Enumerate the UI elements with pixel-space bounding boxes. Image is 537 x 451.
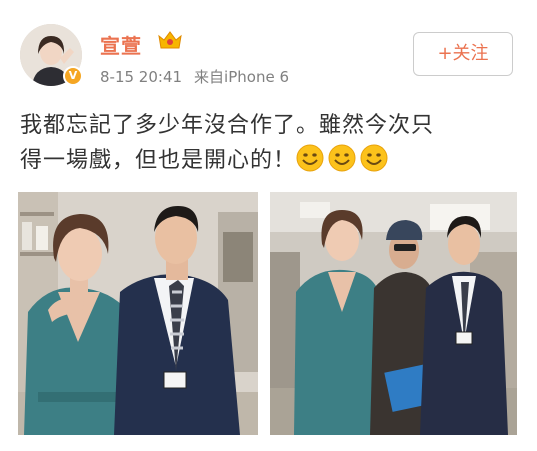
post-source: 来自iPhone 6 <box>194 68 289 86</box>
username[interactable]: 宣萱 <box>100 30 142 59</box>
follow-button[interactable]: +关注 <box>413 32 513 76</box>
smile-emoji-icon <box>296 144 324 172</box>
vip-crown-icon <box>158 31 182 49</box>
post-photo-1[interactable] <box>18 192 258 435</box>
post-text-line: 我都忘記了多少年沒合作了。雖然今次只 <box>20 113 435 138</box>
post-photo-2[interactable] <box>270 192 517 435</box>
post-text-line-2: 得一場戲，但也是開心的！ <box>20 143 520 178</box>
post-text: 我都忘記了多少年沒合作了。雖然今次只 得一場戲，但也是開心的！ <box>20 108 520 178</box>
verified-badge-icon: V <box>63 66 83 86</box>
post-header: V 宣萱 8-15 20:41 来自iPhone 6 +关注 <box>0 0 537 100</box>
post-text-line: 得一場戲，但也是開心的！ <box>20 148 297 173</box>
post-timestamp: 8-15 20:41 <box>100 68 183 86</box>
smile-emoji-icon <box>360 144 388 172</box>
post-meta: 8-15 20:41 来自iPhone 6 <box>100 66 289 87</box>
smile-emoji-icon <box>328 144 356 172</box>
